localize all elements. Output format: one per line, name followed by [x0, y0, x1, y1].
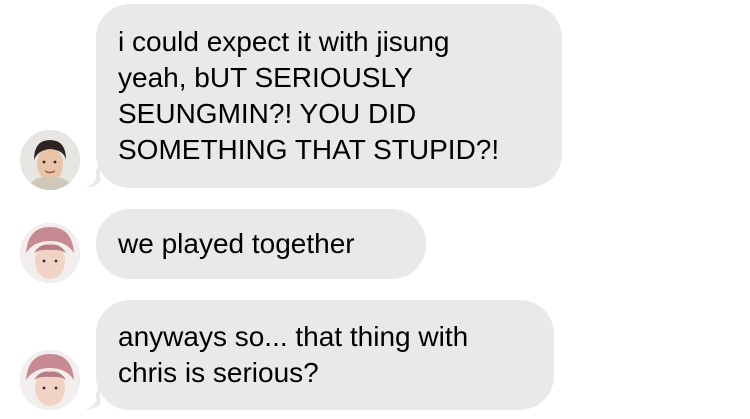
contact-avatar[interactable] [20, 223, 80, 283]
message-bubble[interactable]: we played together [96, 209, 426, 279]
message-bubble[interactable]: i could expect it with jisung yeah, bUT … [96, 4, 562, 188]
contact-avatar[interactable] [20, 130, 80, 190]
bubble-tail [84, 158, 101, 188]
bubble-tail [84, 380, 101, 410]
message-thread: i could expect it with jisung yeah, bUT … [0, 0, 750, 419]
contact-photo-icon [20, 130, 80, 190]
contact-photo-icon [20, 350, 80, 410]
contact-photo-icon [20, 223, 80, 283]
message-bubble[interactable]: anyways so... that thing with chris is s… [96, 300, 554, 410]
contact-avatar[interactable] [20, 350, 80, 410]
